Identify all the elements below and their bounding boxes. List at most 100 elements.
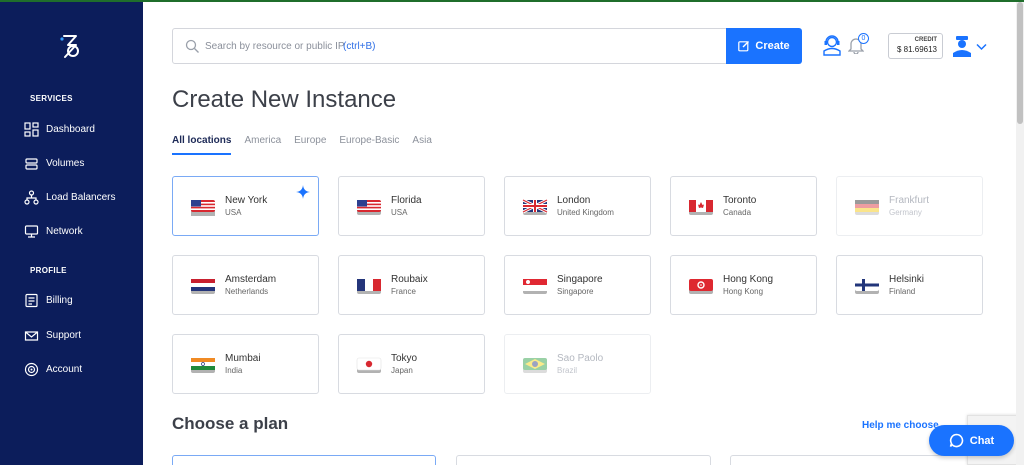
scrollbar-thumb[interactable] xyxy=(1017,2,1023,124)
tab-america[interactable]: America xyxy=(244,135,281,155)
dashboard-icon xyxy=(24,121,39,137)
location-city: London xyxy=(557,195,591,206)
location-city: Florida xyxy=(391,195,422,206)
account-icon xyxy=(24,362,39,376)
location-city: Toronto xyxy=(723,195,757,206)
location-city: Amsterdam xyxy=(225,274,277,285)
location-country: Hong Kong xyxy=(723,287,764,296)
location-card-new-york[interactable]: New York USA xyxy=(172,176,319,236)
billing-icon xyxy=(25,293,38,307)
chat-button[interactable]: Chat xyxy=(929,425,1014,456)
japan-flag-icon xyxy=(356,357,382,373)
location-country: Germany xyxy=(889,208,922,217)
tab-europe-basic[interactable]: Europe-Basic xyxy=(339,135,399,155)
plan-card[interactable] xyxy=(172,455,436,465)
location-city: New York xyxy=(225,195,268,206)
location-card-helsinki[interactable]: Helsinki Finland xyxy=(836,255,983,315)
netherlands-flag-icon xyxy=(191,279,215,294)
network-icon xyxy=(24,224,39,238)
location-card-mumbai[interactable]: Mumbai India xyxy=(172,334,319,394)
sidebar-item-load-balancers[interactable]: Load Balancers xyxy=(24,187,116,207)
stack-logo-icon[interactable] xyxy=(57,32,83,60)
location-city: Mumbai xyxy=(225,353,261,364)
sidebar-item-billing[interactable]: Billing xyxy=(24,290,73,310)
top-accent-line xyxy=(0,0,1024,2)
location-card-tokyo[interactable]: Tokyo Japan xyxy=(338,334,485,394)
chevron-down-icon[interactable] xyxy=(976,43,987,51)
sidebar-item-label: Billing xyxy=(46,294,73,306)
usa-flag-icon xyxy=(191,200,215,216)
help-me-choose-link[interactable]: Help me choose xyxy=(862,420,939,431)
edit-icon xyxy=(738,41,750,52)
usa-flag-icon xyxy=(357,200,381,215)
location-card-hong-kong[interactable]: Hong Kong Hong Kong xyxy=(670,255,817,315)
sidebar-item-volumes[interactable]: Volumes xyxy=(24,153,84,173)
location-country: Brazil xyxy=(557,366,578,375)
sidebar-item-label: Support xyxy=(46,329,82,341)
tab-all-locations[interactable]: All locations xyxy=(172,135,232,155)
sidebar-item-label: Dashboard xyxy=(46,123,95,135)
location-country: USA xyxy=(225,208,242,217)
singapore-flag-icon xyxy=(523,279,547,294)
germany-flag-icon xyxy=(855,200,879,215)
page-scrollbar[interactable] xyxy=(1016,0,1024,465)
location-city: Roubaix xyxy=(391,274,428,285)
location-card-toronto[interactable]: Toronto Canada xyxy=(670,176,817,236)
location-city: Hong Kong xyxy=(723,274,774,285)
avatar[interactable] xyxy=(951,35,973,57)
location-card-singapore[interactable]: Singapore Singapore xyxy=(504,255,651,315)
location-card-florida[interactable]: Florida USA xyxy=(338,176,485,236)
canada-flag-icon xyxy=(689,200,713,215)
location-card-sao-paolo: Sao Paolo Brazil xyxy=(504,334,651,394)
sidebar-item-label: Load Balancers xyxy=(46,191,116,203)
sidebar-item-network[interactable]: Network xyxy=(24,221,83,241)
sidebar-item-label: Account xyxy=(46,363,83,375)
uk-flag-icon xyxy=(522,198,548,215)
location-card-roubaix[interactable]: Roubaix France xyxy=(338,255,485,315)
location-country: India xyxy=(225,366,243,375)
location-country: Netherlands xyxy=(225,287,269,296)
location-card-frankfurt: Frankfurt Germany xyxy=(836,176,983,236)
tab-asia[interactable]: Asia xyxy=(412,135,431,155)
choose-plan-heading: Choose a plan xyxy=(172,414,289,433)
sidebar-item-support[interactable]: Support xyxy=(24,325,81,345)
location-city: Helsinki xyxy=(889,274,925,285)
finland-flag-icon xyxy=(855,279,879,294)
page-title: Create New Instance xyxy=(172,86,397,113)
sidebar: SERVICES Dashboard Volumes Load Balancer… xyxy=(0,0,143,465)
search-input[interactable] xyxy=(205,29,725,63)
location-tabs: All locations America Europe Europe-Basi… xyxy=(172,135,445,155)
location-card-london[interactable]: London United Kingdom xyxy=(504,176,651,236)
location-country: Finland xyxy=(889,287,916,296)
location-city: Singapore xyxy=(557,274,603,285)
support-icon xyxy=(24,330,39,341)
chat-button-label: Chat xyxy=(969,434,995,447)
credit-label: CREDIT xyxy=(914,37,937,43)
chat-bubble-icon xyxy=(949,433,964,448)
plan-card[interactable] xyxy=(456,455,711,465)
sidebar-item-dashboard[interactable]: Dashboard xyxy=(24,119,95,139)
location-card-amsterdam[interactable]: Amsterdam Netherlands xyxy=(172,255,319,315)
credit-balance[interactable]: CREDIT $ 81.69613 xyxy=(888,33,943,59)
sidebar-item-account[interactable]: Account xyxy=(24,359,82,379)
volumes-icon xyxy=(25,157,38,170)
india-flag-icon xyxy=(191,358,215,373)
search-box: (ctrl+B) xyxy=(172,28,728,64)
location-city: Sao Paolo xyxy=(557,353,604,364)
location-country: Japan xyxy=(391,366,413,375)
create-button[interactable]: Create xyxy=(726,28,802,64)
sidebar-item-label: Volumes xyxy=(46,157,85,169)
sparkle-icon xyxy=(296,185,310,199)
sidebar-item-label: Network xyxy=(46,225,83,237)
support-agent-icon[interactable] xyxy=(821,34,843,56)
main-content: (ctrl+B) Create 0 CREDIT $ 81.69613 Crea… xyxy=(143,0,1024,465)
location-country: USA xyxy=(391,208,408,217)
france-flag-icon xyxy=(357,279,381,294)
tab-europe[interactable]: Europe xyxy=(294,135,326,155)
sidebar-section-services: SERVICES xyxy=(30,94,73,103)
hong-kong-flag-icon xyxy=(689,279,713,294)
search-icon xyxy=(185,39,199,53)
location-country: Singapore xyxy=(557,287,594,296)
location-country: Canada xyxy=(723,208,752,217)
plan-card[interactable] xyxy=(730,455,970,465)
